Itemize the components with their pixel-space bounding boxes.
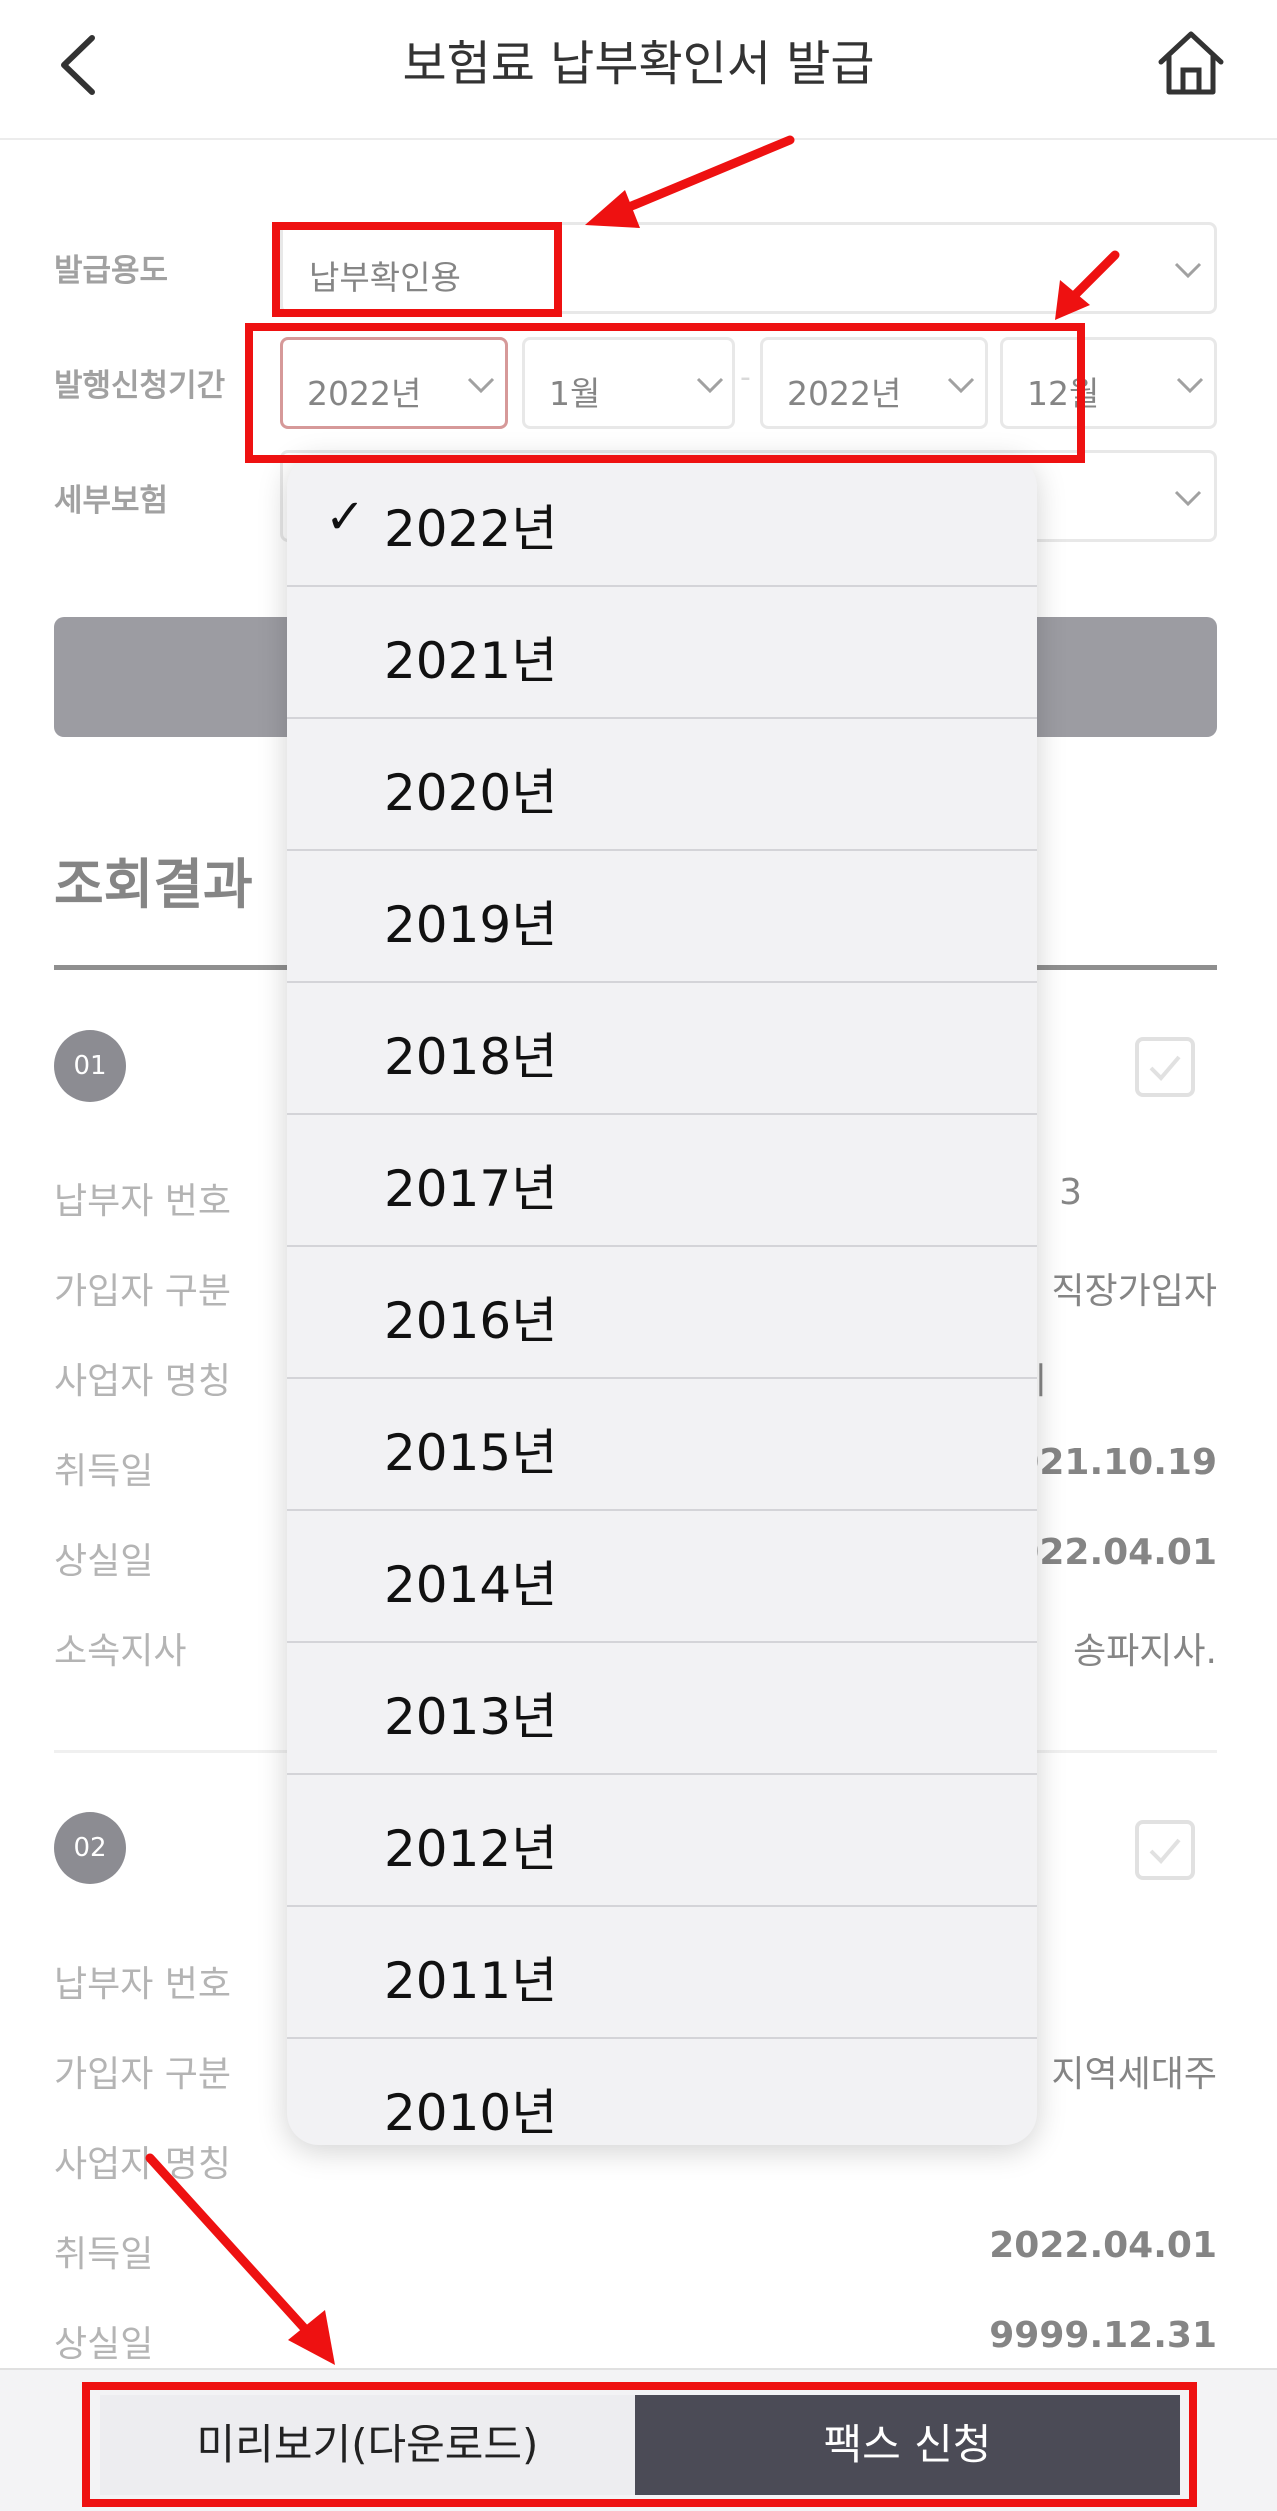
lost-date-label: 상실일 — [54, 2324, 154, 2365]
year-option-label: 2017년 — [384, 1160, 558, 1218]
check-icon — [1149, 1055, 1181, 1081]
header-bar: 보험료 납부확인서 발급 — [0, 0, 1277, 140]
year-option-label: 2018년 — [384, 1028, 558, 1086]
fax-request-button[interactable]: 팩스 신청 — [635, 2395, 1180, 2495]
end-year-value: 2022년 — [787, 374, 902, 413]
result-badge: 02 — [54, 1812, 126, 1884]
year-option-label: 2012년 — [384, 1820, 558, 1878]
check-icon — [1149, 1838, 1181, 1864]
period-label: 발행신청기간 — [54, 368, 226, 404]
year-option[interactable]: 2014년 — [287, 1511, 1037, 1643]
purpose-select[interactable]: 납부확인용 — [280, 222, 1217, 314]
chevron-down-icon — [1174, 490, 1202, 507]
preview-download-button[interactable]: 미리보기(다운로드) — [100, 2395, 635, 2495]
redaction-box — [1080, 1175, 1245, 1215]
year-picker: ✓ 2022년 2021년 2020년 2019년 2018년 2017년 20… — [287, 455, 1037, 2145]
member-type-label: 가입자 구분 — [54, 1271, 232, 1312]
year-option-label: 2010년 — [384, 2084, 558, 2142]
year-option-label: 2021년 — [384, 632, 558, 690]
payer-no-value: 3 — [1059, 1172, 1082, 1213]
end-month-select[interactable]: 12월 — [1000, 337, 1217, 429]
end-month-value: 12월 — [1027, 374, 1100, 413]
home-button[interactable] — [1155, 24, 1227, 104]
payer-no-label: 납부자 번호 — [54, 1181, 232, 1222]
acquired-date-label: 취득일 — [54, 1451, 154, 1492]
year-option[interactable]: 2015년 — [287, 1379, 1037, 1511]
member-type-label: 가입자 구분 — [54, 2054, 232, 2095]
arrow-line — [605, 135, 795, 220]
year-option[interactable]: 2021년 — [287, 587, 1037, 719]
end-year-select[interactable]: 2022년 — [760, 337, 988, 429]
year-option-label: 2016년 — [384, 1292, 558, 1350]
results-title: 조회결과 — [54, 853, 253, 916]
arrowhead-icon — [288, 2310, 335, 2365]
lost-date-label: 상실일 — [54, 1541, 154, 1582]
purpose-value: 납부확인용 — [309, 258, 461, 297]
detail-insurance-label: 세부보험 — [54, 483, 169, 519]
acquired-date-value: 2022.04.01 — [989, 2225, 1217, 2266]
start-year-value: 2022년 — [307, 374, 422, 413]
year-option-label: 2011년 — [384, 1952, 558, 2010]
purpose-label: 발급용도 — [54, 253, 169, 289]
checkmark-icon: ✓ — [325, 489, 366, 545]
year-option-label: 2015년 — [384, 1424, 558, 1482]
year-option-label: 2013년 — [384, 1688, 558, 1746]
member-type-value: 직장가입자 — [1051, 1271, 1217, 1312]
chevron-down-icon — [947, 377, 975, 394]
year-option[interactable]: 2016년 — [287, 1247, 1037, 1379]
home-icon — [1158, 31, 1224, 95]
page-title: 보험료 납부확인서 발급 — [402, 36, 875, 92]
year-option-label: 2014년 — [384, 1556, 558, 1614]
start-month-value: 1월 — [549, 374, 601, 413]
redaction-box — [1040, 1950, 1250, 2010]
acquired-date-label: 취득일 — [54, 2234, 154, 2275]
lost-date-value: 9999.12.31 — [989, 2315, 1217, 2356]
year-option[interactable]: 2019년 — [287, 851, 1037, 983]
start-year-select[interactable]: 2022년 — [280, 337, 508, 429]
year-option[interactable]: 2013년 — [287, 1643, 1037, 1775]
year-option[interactable]: ✓ 2022년 — [287, 455, 1037, 587]
result-badge: 01 — [54, 1030, 126, 1102]
year-option-label: 2020년 — [384, 764, 558, 822]
year-option[interactable]: 2010년 — [287, 2039, 1037, 2145]
year-option[interactable]: 2018년 — [287, 983, 1037, 1115]
year-option[interactable]: 2017년 — [287, 1115, 1037, 1247]
year-option[interactable]: 2012년 — [287, 1775, 1037, 1907]
year-option-label: 2019년 — [384, 896, 558, 954]
result-checkbox[interactable] — [1135, 1037, 1195, 1097]
chevron-down-icon — [1174, 262, 1202, 279]
business-name-label: 사업자 명칭 — [54, 2144, 232, 2185]
chevron-down-icon — [696, 377, 724, 394]
year-option-label: 2022년 — [384, 500, 558, 558]
branch-label: 소속지사 — [54, 1631, 187, 1672]
chevron-down-icon — [467, 377, 495, 394]
business-name-label: 사업자 명칭 — [54, 1361, 232, 1402]
redaction-box — [1045, 1350, 1240, 1410]
result-checkbox[interactable] — [1135, 1820, 1195, 1880]
member-type-value: 지역세대주 — [1051, 2054, 1217, 2095]
period-separator: - — [740, 360, 751, 395]
chevron-down-icon — [1176, 377, 1204, 394]
payer-no-label: 납부자 번호 — [54, 1964, 232, 2005]
start-month-select[interactable]: 1월 — [522, 337, 735, 429]
year-option[interactable]: 2011년 — [287, 1907, 1037, 2039]
branch-value: 송파지사. — [1073, 1631, 1217, 1672]
year-option[interactable]: 2020년 — [287, 719, 1037, 851]
